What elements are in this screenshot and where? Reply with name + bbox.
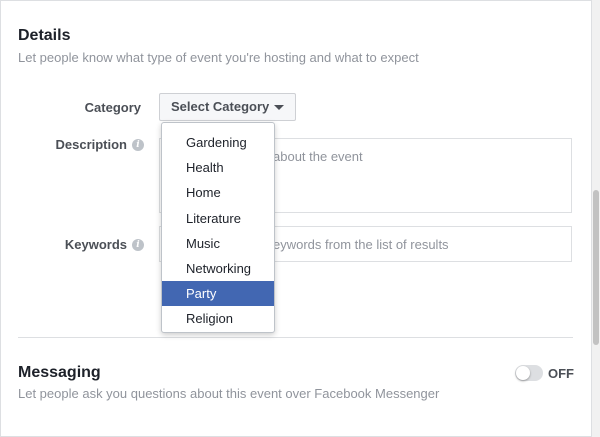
messaging-title: Messaging	[18, 364, 101, 381]
details-subtitle: Let people know what type of event you'r…	[18, 50, 419, 65]
dropdown-option-home[interactable]: Home	[162, 180, 274, 205]
category-select-label: Select Category	[171, 99, 270, 114]
dropdown-option-religion[interactable]: Religion	[162, 306, 274, 331]
dropdown-option-party[interactable]: Party	[162, 281, 274, 307]
description-label: Description	[55, 137, 127, 152]
dropdown-option-literature[interactable]: Literature	[162, 206, 274, 231]
messaging-toggle[interactable]	[515, 365, 543, 381]
event-details-panel: Details Let people know what type of eve…	[0, 0, 592, 437]
scrollbar-thumb[interactable]	[593, 190, 599, 345]
details-title: Details	[18, 27, 71, 44]
caret-down-icon	[274, 105, 284, 110]
dropdown-option-music[interactable]: Music	[162, 231, 274, 256]
description-placeholder: about the event	[273, 149, 363, 164]
dropdown-option-health[interactable]: Health	[162, 155, 274, 180]
category-label: Category	[84, 100, 141, 115]
dropdown-option-networking[interactable]: Networking	[162, 256, 274, 281]
info-icon[interactable]: i	[132, 139, 144, 151]
category-dropdown-menu: Gardening Health Home Literature Music N…	[161, 122, 275, 333]
section-divider	[18, 337, 573, 338]
toggle-knob	[516, 366, 530, 380]
info-icon[interactable]: i	[132, 239, 144, 251]
keywords-label: Keywords	[64, 237, 127, 252]
messaging-subtitle: Let people ask you questions about this …	[18, 386, 440, 401]
category-select-button[interactable]: Select Category	[159, 93, 296, 121]
messaging-toggle-state: OFF	[548, 366, 574, 381]
keywords-placeholder: eywords from the list of results	[273, 237, 449, 252]
scrollbar[interactable]	[592, 0, 600, 437]
dropdown-option-gardening[interactable]: Gardening	[162, 130, 274, 155]
